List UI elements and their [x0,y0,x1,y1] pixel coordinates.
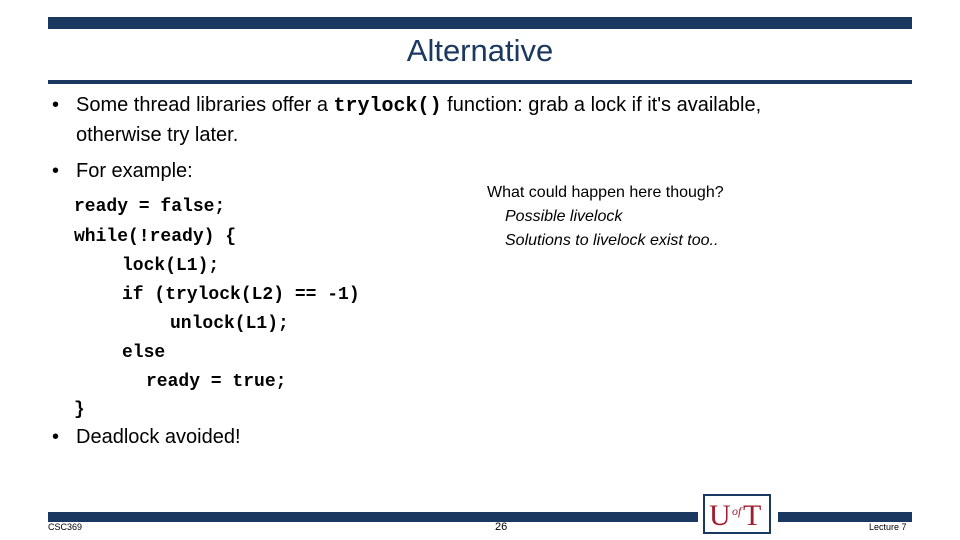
bullet-trylock-continued: otherwise try later. [76,124,239,146]
bullet-deadlock-avoided: Deadlock avoided! [76,426,241,448]
bottom-banner-right [778,512,912,522]
code-line: else [122,343,166,363]
slide-title: Alternative [406,33,554,68]
note-question: What could happen here though? [487,184,724,201]
bullet-example: For example: [76,160,193,182]
code-line: lock(L1); [122,256,220,276]
uoft-logo: U of T [703,494,771,534]
footer-course: CSC369 [48,522,83,532]
svg-text:of: of [732,504,743,518]
svg-text:T: T [743,499,761,531]
code-line: ready = true; [146,372,287,392]
page-number: 26 [495,521,508,533]
bullet-text-part: function: grab a lock if it's available, [441,94,762,116]
bullet-trylock: Some thread libraries offer a trylock() … [76,90,761,122]
bullet-text-part: Some thread libraries offer a [76,94,334,116]
code-line: } [74,400,85,420]
top-banner [48,17,912,29]
bottom-banner-left [48,512,698,522]
code-line: if (trylock(L2) == -1) [122,285,360,305]
code-line: ready = false; [74,197,226,217]
inline-code-trylock: trylock() [333,95,442,118]
uoft-logo-icon: U of T [709,499,761,531]
bullet-dot: • [52,160,60,182]
note-solutions: Solutions to livelock exist too.. [505,232,719,249]
bullet-dot: • [52,94,60,116]
bullet-dot: • [52,426,60,448]
code-line: unlock(L1); [170,314,289,334]
svg-text:U: U [709,499,731,531]
code-line: while(!ready) { [74,227,237,247]
title-divider [48,80,912,84]
note-livelock: Possible livelock [505,208,623,225]
footer-lecture: Lecture 7 [869,522,907,532]
